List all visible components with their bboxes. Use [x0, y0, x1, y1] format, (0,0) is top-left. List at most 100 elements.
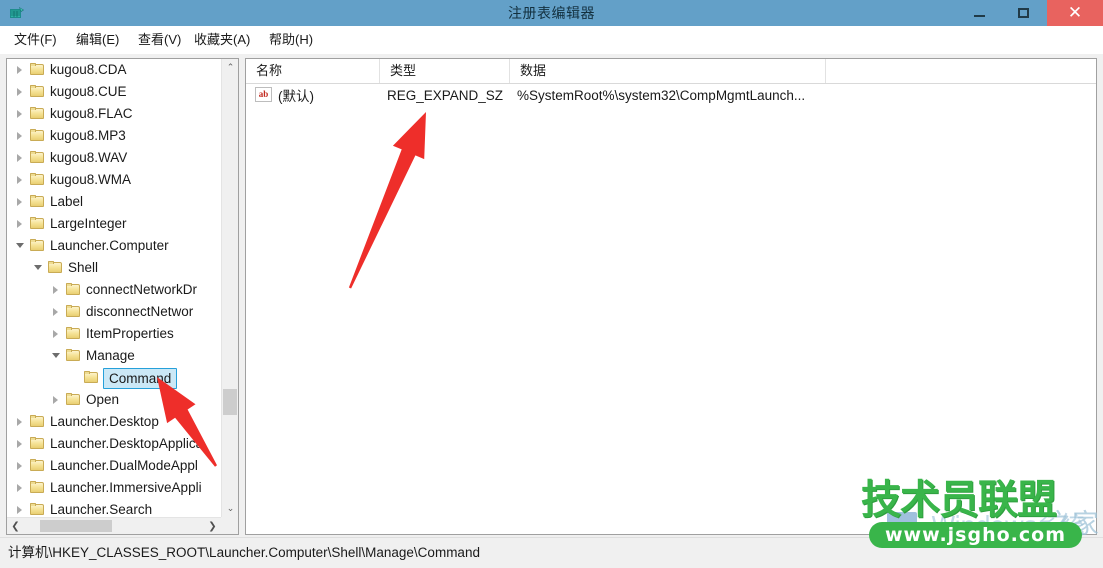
scroll-left-icon[interactable]: ❮	[7, 518, 24, 534]
folder-icon	[29, 151, 46, 165]
chevron-right-icon[interactable]	[13, 191, 29, 213]
chevron-down-icon[interactable]	[31, 257, 47, 279]
tree-item-label[interactable]: Label	[7, 191, 221, 213]
folder-icon	[29, 195, 46, 209]
folder-icon	[47, 261, 64, 275]
tree-item-label: kugou8.CDA	[50, 62, 127, 77]
menu-item-2[interactable]: 查看(V)	[134, 26, 185, 54]
folder-icon	[65, 327, 82, 341]
tree-hscroll-thumb[interactable]	[40, 520, 112, 532]
folder-icon	[83, 371, 100, 385]
chevron-right-icon[interactable]	[13, 477, 29, 499]
watermark: Windows系统 之家 技术员联盟 www.jsgho.com	[853, 476, 1099, 562]
tree-item-kugou8-cue[interactable]: kugou8.CUE	[7, 81, 221, 103]
chevron-right-icon[interactable]	[13, 103, 29, 125]
folder-icon	[65, 305, 82, 319]
folder-icon	[29, 85, 46, 99]
tree-item-kugou8-mp3[interactable]: kugou8.MP3	[7, 125, 221, 147]
menu-item-3[interactable]: 收藏夹(A)	[190, 26, 254, 54]
chevron-right-icon[interactable]	[13, 125, 29, 147]
scroll-right-icon[interactable]: ❯	[204, 518, 221, 534]
tree-item-label: Shell	[68, 260, 99, 275]
tree-item-launcher-desktop[interactable]: Launcher.Desktop	[7, 411, 221, 433]
column-header-1[interactable]: 类型	[380, 59, 510, 83]
chevron-right-icon[interactable]	[49, 389, 65, 411]
column-header-2[interactable]: 数据	[510, 59, 826, 83]
registry-path: 计算机\HKEY_CLASSES_ROOT\Launcher.Computer\…	[8, 545, 480, 560]
close-button[interactable]: ✕	[1047, 0, 1103, 26]
scroll-corner	[221, 517, 238, 534]
tree-item-manage[interactable]: Manage	[7, 345, 221, 367]
tree-item-kugou8-flac[interactable]: kugou8.FLAC	[7, 103, 221, 125]
menu-item-1[interactable]: 编辑(E)	[72, 26, 123, 54]
chevron-right-icon[interactable]	[13, 499, 29, 517]
folder-icon	[29, 415, 46, 429]
tree-item-label: Manage	[86, 348, 135, 363]
chevron-right-icon[interactable]	[13, 81, 29, 103]
tree-item-label: LargeInteger	[50, 216, 127, 231]
tree-horizontal-scrollbar[interactable]: ❮ ❯	[7, 517, 238, 534]
tree-item-label: Launcher.DualModeAppl	[50, 458, 198, 473]
table-row[interactable]: ab (默认) REG_EXPAND_SZ %SystemRoot%\system32…	[246, 84, 1096, 106]
registry-values-pane[interactable]: 名称 类型 数据 ab (默认) REG_EXPAND_SZ %SystemRoot%\s…	[245, 58, 1097, 535]
tree-item-kugou8-wma[interactable]: kugou8.WMA	[7, 169, 221, 191]
watermark-url: www.jsgho.com	[869, 522, 1082, 548]
tree-item-launcher-computer[interactable]: Launcher.Computer	[7, 235, 221, 257]
chevron-down-icon[interactable]	[13, 235, 29, 257]
folder-icon	[29, 503, 46, 517]
tree-item-launcher-search[interactable]: Launcher.Search	[7, 499, 221, 517]
chevron-right-icon[interactable]	[13, 455, 29, 477]
ab-string-icon: ab	[255, 87, 272, 102]
chevron-right-icon[interactable]	[49, 279, 65, 301]
minimize-button[interactable]	[957, 0, 1001, 26]
scroll-down-icon[interactable]: ⌄	[222, 500, 238, 517]
tree-item-command[interactable]: Command	[7, 367, 221, 389]
registry-tree-pane[interactable]: kugou8.CDA kugou8.CUE kugou8.FLAC kugou8.MP…	[6, 58, 239, 535]
tree-item-label: Open	[86, 392, 120, 407]
tree-item-connectnetworkdr[interactable]: connectNetworkDr	[7, 279, 221, 301]
chevron-right-icon[interactable]	[13, 213, 29, 235]
chevron-right-icon[interactable]	[13, 433, 29, 455]
tree-item-label: connectNetworkDr	[86, 282, 198, 297]
menu-item-0[interactable]: 文件(F)	[10, 26, 61, 54]
chevron-down-icon[interactable]	[49, 345, 65, 367]
tree-item-itemproperties[interactable]: ItemProperties	[7, 323, 221, 345]
chevron-right-icon[interactable]	[13, 169, 29, 191]
tree-item-disconnectnetwor[interactable]: disconnectNetwor	[7, 301, 221, 323]
tree-item-label: Command	[103, 367, 178, 389]
folder-icon	[65, 349, 82, 363]
scroll-up-icon[interactable]: ⌃	[222, 59, 238, 76]
folder-icon	[29, 217, 46, 231]
cell-name: (默认)	[278, 89, 314, 104]
tree-item-kugou8-cda[interactable]: kugou8.CDA	[7, 59, 221, 81]
tree-vertical-scrollbar[interactable]: ⌃ ⌄	[221, 59, 238, 517]
folder-icon	[65, 283, 82, 297]
chevron-right-icon[interactable]	[13, 411, 29, 433]
list-column-headers: 名称 类型 数据	[246, 59, 1096, 84]
tree-item-shell[interactable]: Shell	[7, 257, 221, 279]
tree-item-label: kugou8.WAV	[50, 150, 128, 165]
maximize-button[interactable]	[1001, 0, 1045, 26]
folder-icon	[29, 239, 46, 253]
chevron-right-icon[interactable]	[49, 323, 65, 345]
tree-item-launcher-desktopapplica[interactable]: Launcher.DesktopApplica	[7, 433, 221, 455]
tree-item-label: Launcher.Search	[50, 502, 153, 517]
registry-tree[interactable]: kugou8.CDA kugou8.CUE kugou8.FLAC kugou8.MP…	[7, 59, 221, 517]
cell-data: %SystemRoot%\system32\CompMgmtLaunch...	[517, 87, 806, 103]
tree-item-largeinteger[interactable]: LargeInteger	[7, 213, 221, 235]
column-header-0[interactable]: 名称	[246, 59, 380, 83]
tree-item-kugou8-wav[interactable]: kugou8.WAV	[7, 147, 221, 169]
tree-vscroll-thumb[interactable]	[223, 389, 237, 415]
content-area: kugou8.CDA kugou8.CUE kugou8.FLAC kugou8.MP…	[0, 54, 1103, 538]
tree-item-label: kugou8.CUE	[50, 84, 127, 99]
tree-item-launcher-immersiveappli[interactable]: Launcher.ImmersiveAppli	[7, 477, 221, 499]
title-bar: 注册表编辑器 ✕	[0, 0, 1103, 27]
folder-icon	[29, 63, 46, 77]
menu-item-4[interactable]: 帮助(H)	[265, 26, 317, 54]
tree-item-label: disconnectNetwor	[86, 304, 194, 319]
chevron-right-icon[interactable]	[49, 301, 65, 323]
chevron-right-icon[interactable]	[13, 59, 29, 81]
tree-item-launcher-dualmodeappl[interactable]: Launcher.DualModeAppl	[7, 455, 221, 477]
chevron-right-icon[interactable]	[13, 147, 29, 169]
tree-item-open[interactable]: Open	[7, 389, 221, 411]
